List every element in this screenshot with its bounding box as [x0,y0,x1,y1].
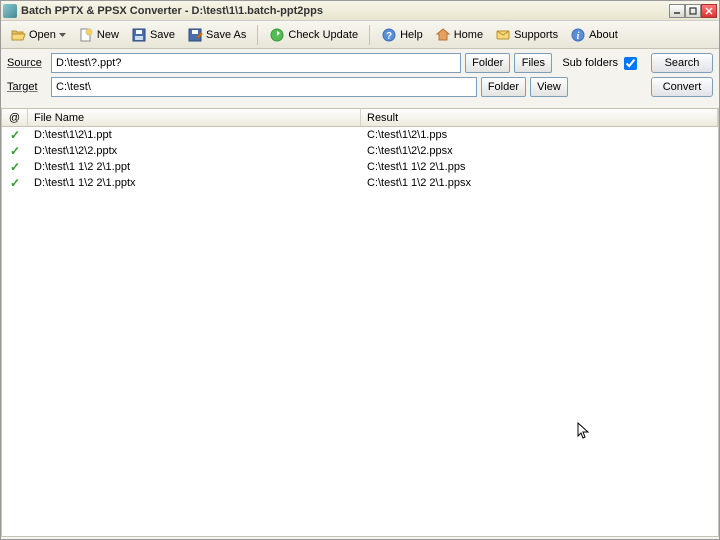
source-row: Source Folder Files Sub folders Search [7,53,713,73]
subfolders-label: Sub folders [556,57,620,69]
titlebar: Batch PPTX & PPSX Converter - D:\test\1\… [1,1,719,21]
list-header: @ File Name Result [2,109,718,127]
cell-result: C:\test\1 1\2 2\1.pps [361,161,718,173]
cell-filename: D:\test\1\2\1.ppt [28,129,361,141]
home-label: Home [454,29,483,41]
about-label: About [589,29,618,41]
home-icon [435,27,451,43]
supports-button[interactable]: Supports [490,24,563,46]
save-as-label: Save As [206,29,246,41]
cell-result: C:\test\1\2\2.ppsx [361,145,718,157]
save-as-icon [187,27,203,43]
help-button[interactable]: ? Help [376,24,428,46]
close-button[interactable] [701,4,717,18]
cell-filename: D:\test\1 1\2 2\1.ppt [28,161,361,173]
cell-filename: D:\test\1 1\2 2\1.pptx [28,177,361,189]
save-button[interactable]: Save [126,24,180,46]
file-list: @ File Name Result ✓D:\test\1\2\1.pptC:\… [1,108,719,537]
svg-text:?: ? [386,31,392,42]
open-dropdown-icon[interactable] [59,28,66,42]
cell-filename: D:\test\1\2\2.pptx [28,145,361,157]
column-status[interactable]: @ [2,109,28,126]
save-label: Save [150,29,175,41]
checkmark-icon: ✓ [10,160,20,174]
column-filename[interactable]: File Name [28,109,361,126]
cell-result: C:\test\1\2\1.pps [361,129,718,141]
target-row: Target Folder View Convert [7,77,713,97]
minimize-button[interactable] [669,4,685,18]
table-row[interactable]: ✓ D:\test\1\2\1.pptC:\test\1\2\1.pps [2,127,718,143]
convert-button[interactable]: Convert [651,77,713,97]
source-folder-button[interactable]: Folder [465,53,510,73]
check-update-label: Check Update [288,29,358,41]
window-title: Batch PPTX & PPSX Converter - D:\test\1\… [21,5,669,17]
source-input[interactable] [51,53,461,73]
check-update-icon [269,27,285,43]
minimize-icon [673,7,681,15]
help-label: Help [400,29,423,41]
maximize-icon [689,7,697,15]
maximize-button[interactable] [685,4,701,18]
supports-icon [495,27,511,43]
help-icon: ? [381,27,397,43]
svg-text:i: i [577,31,580,42]
target-input[interactable] [51,77,477,97]
table-row[interactable]: ✓ D:\test\1 1\2 2\1.pptC:\test\1 1\2 2\1.… [2,159,718,175]
source-label: Source [7,57,47,69]
search-button[interactable]: Search [651,53,713,73]
new-file-icon [78,27,94,43]
checkmark-icon: ✓ [10,176,20,190]
toolbar: Open New Save Save As Check Update ? Hel… [1,21,719,49]
checkmark-icon: ✓ [10,128,20,142]
home-button[interactable]: Home [430,24,488,46]
new-button[interactable]: New [73,24,124,46]
subfolders-checkbox[interactable] [624,57,637,70]
table-row[interactable]: ✓ D:\test\1 1\2 2\1.pptxC:\test\1 1\2 2\1… [2,175,718,191]
cell-result: C:\test\1 1\2 2\1.ppsx [361,177,718,189]
table-row[interactable]: ✓ D:\test\1\2\2.pptxC:\test\1\2\2.ppsx [2,143,718,159]
save-icon [131,27,147,43]
new-label: New [97,29,119,41]
check-update-button[interactable]: Check Update [264,24,363,46]
toolbar-separator [257,25,258,45]
column-result[interactable]: Result [361,109,718,126]
checkmark-icon: ✓ [10,144,20,158]
open-label: Open [29,29,56,41]
about-icon: i [570,27,586,43]
about-button[interactable]: i About [565,24,623,46]
supports-label: Supports [514,29,558,41]
save-as-button[interactable]: Save As [182,24,251,46]
files-button[interactable]: Files [514,53,552,73]
open-button[interactable]: Open [5,24,71,46]
target-folder-button[interactable]: Folder [481,77,526,97]
view-button[interactable]: View [530,77,568,97]
close-icon [705,7,713,15]
target-label: Target [7,81,47,93]
toolbar-separator [369,25,370,45]
app-icon [3,4,17,18]
open-folder-icon [10,27,26,43]
